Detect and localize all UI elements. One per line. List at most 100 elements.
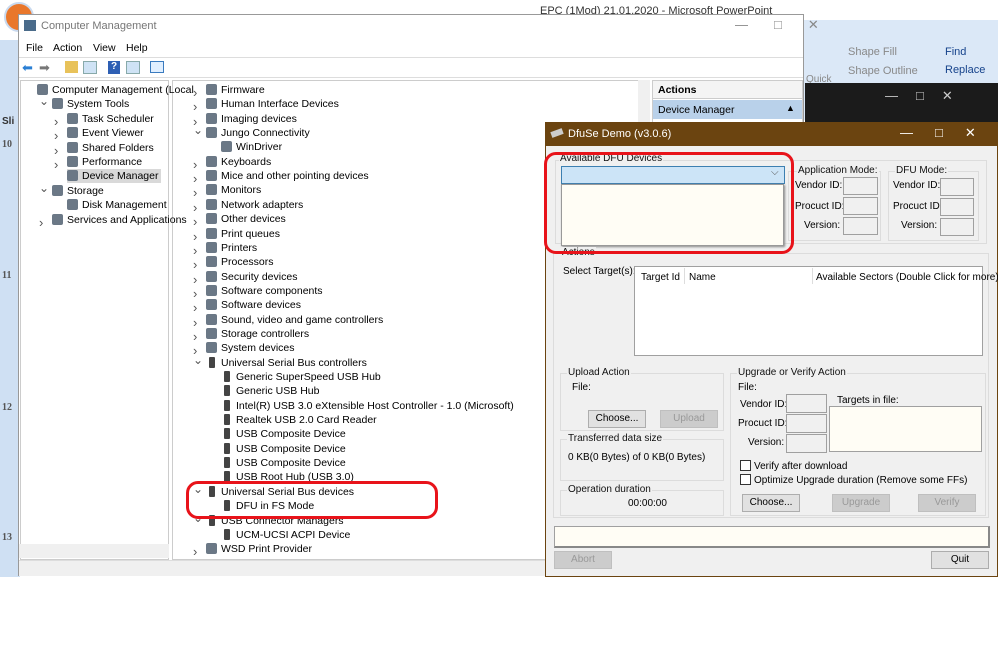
shape-fill-button[interactable]: Shape Fill	[848, 46, 897, 58]
nav-scrollbar[interactable]	[19, 544, 169, 558]
chevron-down-icon[interactable]: ⌄	[39, 181, 49, 195]
device-tree-item[interactable]: Firmware	[206, 83, 265, 97]
quit-button[interactable]: Quit	[931, 551, 989, 569]
nav-tree-item[interactable]: Disk Management	[67, 198, 167, 212]
device-tree-item[interactable]: Monitors	[206, 183, 261, 197]
column-name[interactable]: Name	[689, 272, 716, 283]
chevron-right-icon[interactable]: ›	[193, 257, 197, 272]
forward-icon[interactable]: ➡	[39, 60, 50, 76]
chevron-right-icon[interactable]: ›	[54, 128, 58, 143]
nav-tree-item[interactable]: Event Viewer	[67, 126, 144, 140]
optimize-upgrade-checkbox[interactable]: Optimize Upgrade duration (Remove some F…	[740, 474, 967, 486]
chevron-right-icon[interactable]: ›	[193, 272, 197, 287]
device-tree-item[interactable]: Universal Serial Bus controllers	[206, 356, 367, 370]
device-tree-item[interactable]: Storage controllers	[206, 327, 309, 341]
chevron-right-icon[interactable]: ›	[54, 157, 58, 172]
device-tree-item[interactable]: Processors	[206, 255, 274, 269]
nav-tree-item[interactable]: Computer Management (Local	[37, 83, 194, 97]
device-tree-item[interactable]: System devices	[206, 341, 295, 355]
device-tree-item[interactable]: Sound, video and game controllers	[206, 313, 383, 327]
device-tree-item[interactable]: Mice and other pointing devices	[206, 169, 369, 183]
dfuse-window-controls[interactable]: —□✕	[900, 125, 998, 141]
device-tree-item[interactable]: USB Composite Device	[221, 442, 346, 456]
chevron-right-icon[interactable]: ›	[193, 157, 197, 172]
find-button[interactable]: Find	[945, 46, 966, 58]
device-tree-item[interactable]: Security devices	[206, 270, 297, 284]
upload-button[interactable]: Upload	[660, 410, 718, 428]
nav-tree-item[interactable]: Shared Folders	[67, 141, 154, 155]
upgrade-button[interactable]: Upgrade	[832, 494, 890, 512]
abort-button[interactable]: Abort	[554, 551, 612, 569]
replace-button[interactable]: Replace	[945, 64, 985, 76]
nav-tree-item[interactable]: System Tools	[52, 97, 129, 111]
device-tree-item[interactable]: Imaging devices	[206, 112, 297, 126]
verify-button[interactable]: Verify	[918, 494, 976, 512]
column-target-id[interactable]: Target Id	[641, 272, 680, 283]
device-tree-item[interactable]: Keyboards	[206, 155, 271, 169]
menu-view[interactable]: View	[93, 42, 116, 54]
device-tree-item[interactable]: USB Composite Device	[221, 427, 346, 441]
chevron-right-icon[interactable]: ›	[193, 214, 197, 229]
nav-tree-item[interactable]: Services and Applications	[52, 213, 187, 227]
nav-tree-item[interactable]: Device Manager	[67, 169, 162, 184]
checkbox-box[interactable]	[740, 474, 751, 485]
nav-tree-item[interactable]: Storage	[52, 184, 104, 198]
help-icon[interactable]: ?	[108, 61, 120, 74]
device-tree-item[interactable]: Print queues	[206, 227, 280, 241]
chevron-right-icon[interactable]: ›	[193, 315, 197, 330]
device-tree-item[interactable]: Other devices	[206, 212, 286, 226]
device-tree-item[interactable]: WSD Print Provider	[206, 542, 312, 556]
device-tree-item[interactable]: USB Composite Device	[221, 456, 346, 470]
chevron-right-icon[interactable]: ›	[193, 171, 197, 186]
device-tree-item[interactable]: Generic SuperSpeed USB Hub	[221, 370, 381, 384]
device-tree-item[interactable]: Network adapters	[206, 198, 303, 212]
chevron-right-icon[interactable]: ›	[193, 185, 197, 200]
device-tree-item[interactable]: Jungo Connectivity	[206, 126, 310, 140]
chevron-right-icon[interactable]: ›	[54, 114, 58, 129]
shape-outline-button[interactable]: Shape Outline	[848, 65, 918, 77]
menu-help[interactable]: Help	[126, 42, 148, 54]
chevron-down-icon[interactable]: ⌄	[39, 94, 49, 108]
chevron-right-icon[interactable]: ›	[193, 85, 197, 100]
chevron-down-icon[interactable]: ⌄	[193, 123, 203, 137]
nav-tree-item[interactable]: Performance	[67, 155, 142, 169]
menu-action[interactable]: Action	[53, 42, 82, 54]
chevron-right-icon[interactable]: ›	[54, 143, 58, 158]
chevron-right-icon[interactable]: ›	[39, 215, 43, 230]
device-tree-item[interactable]: Realtek USB 2.0 Card Reader	[221, 413, 377, 427]
back-icon[interactable]: ⬅	[22, 60, 33, 76]
device-tree-item[interactable]: UCM-UCSI ACPI Device	[221, 528, 350, 542]
device-tree-item[interactable]: Human Interface Devices	[206, 97, 339, 111]
chevron-right-icon[interactable]: ›	[193, 329, 197, 344]
monitor-icon[interactable]	[150, 61, 164, 73]
up-folder-icon[interactable]	[65, 61, 78, 73]
collapse-icon[interactable]: ▲	[786, 103, 795, 113]
chevron-right-icon[interactable]: ›	[193, 243, 197, 258]
device-tree-item[interactable]: WinDriver	[221, 140, 282, 154]
device-tree-item[interactable]: Software components	[206, 284, 323, 298]
chevron-right-icon[interactable]: ›	[193, 544, 197, 559]
console-window-controls[interactable]: —□✕	[885, 88, 971, 104]
device-tree-item[interactable]: Generic USB Hub	[221, 384, 319, 398]
column-available-sectors[interactable]: Available Sectors (Double Click for more…	[816, 272, 998, 283]
window-controls[interactable]: —□✕	[735, 17, 845, 33]
menu-file[interactable]: File	[26, 42, 43, 54]
chevron-right-icon[interactable]: ›	[193, 300, 197, 315]
checkbox-box[interactable]	[740, 460, 751, 471]
verify-after-download-checkbox[interactable]: Verify after download	[740, 460, 847, 472]
chevron-right-icon[interactable]: ›	[193, 200, 197, 215]
device-tree-item[interactable]: Printers	[206, 241, 257, 255]
upgrade-choose-button[interactable]: Choose...	[742, 494, 800, 512]
slides-tab[interactable]: Sli	[2, 116, 14, 127]
targets-in-file-list[interactable]	[829, 406, 982, 452]
chevron-right-icon[interactable]: ›	[193, 229, 197, 244]
chevron-down-icon[interactable]: ⌄	[193, 353, 203, 367]
upload-choose-button[interactable]: Choose...	[588, 410, 646, 428]
show-hide-action-pane-icon[interactable]	[126, 61, 140, 74]
show-hide-tree-icon[interactable]	[83, 61, 97, 74]
device-tree-item[interactable]: Software devices	[206, 298, 301, 312]
chevron-right-icon[interactable]: ›	[193, 286, 197, 301]
nav-tree-item[interactable]: Task Scheduler	[67, 112, 154, 126]
device-tree-item[interactable]: Intel(R) USB 3.0 eXtensible Host Control…	[221, 399, 514, 413]
chevron-right-icon[interactable]: ›	[193, 99, 197, 114]
